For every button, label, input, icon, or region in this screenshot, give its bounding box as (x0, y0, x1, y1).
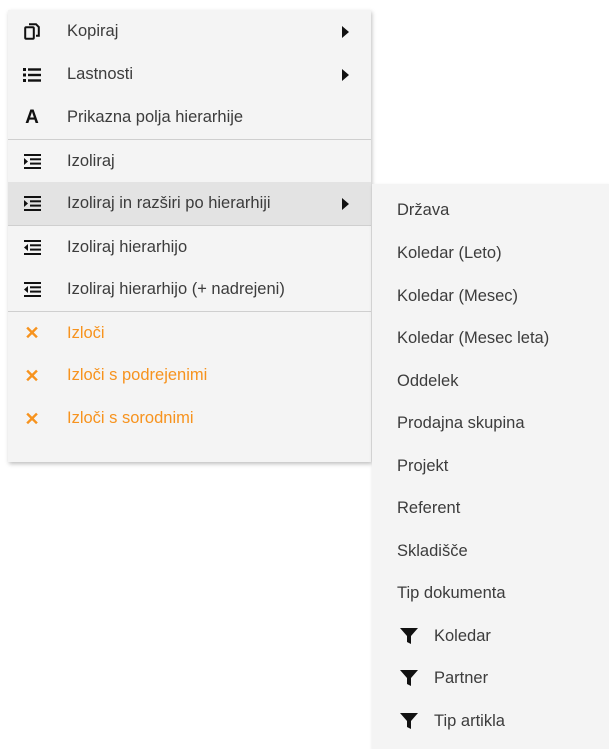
submenu-item-koledar-mesec[interactable]: Koledar (Mesec) (372, 275, 609, 317)
submenu-item-koledar-mesec-leta[interactable]: Koledar (Mesec leta) (372, 317, 609, 359)
submenu-item-label: Tip artikla (434, 711, 505, 730)
menu-item-label: Lastnosti (67, 65, 134, 83)
menu-item-label: Izloči (67, 323, 105, 342)
submenu-item-label: Koledar (434, 626, 491, 645)
submenu-item-skladisce[interactable]: Skladišče (372, 530, 609, 572)
menu-item-hierarchy-display-fields[interactable]: A Prikazna polja hierarhije (8, 96, 371, 139)
submenu-item-label: Koledar (Mesec leta) (397, 328, 550, 347)
submenu-item-label: Tip dokumenta (397, 583, 506, 602)
submenu-item-drzava[interactable]: Država (372, 189, 609, 231)
caret-right-icon (342, 197, 349, 210)
submenu-item-label: Skladišče (397, 541, 468, 560)
submenu-item-prodajna-skupina[interactable]: Prodajna skupina (372, 402, 609, 444)
submenu-item-label: Prodajna skupina (397, 413, 525, 432)
copy-icon (22, 22, 42, 42)
menu-item-copy[interactable]: Kopiraj (8, 10, 371, 53)
filter-icon (400, 669, 418, 687)
caret-right-icon (342, 68, 349, 81)
context-menu: Kopiraj Lastnosti A Prikazna polja hiera… (8, 10, 371, 462)
menu-item-label: Izoliraj in razširi po hierarhiji (67, 194, 271, 212)
submenu-item-label: Projekt (397, 456, 449, 475)
close-icon: ✕ (24, 323, 40, 343)
menu-item-isolate-hierarchy-parents[interactable]: Izoliraj hierarhijo (+ nadrejeni) (8, 268, 371, 311)
submenu-item-label: Koledar (Mesec) (397, 286, 519, 305)
submenu-item-filter-partner[interactable]: Partner (372, 657, 609, 699)
submenu-item-filter-koledar[interactable]: Koledar (372, 615, 609, 657)
menu-item-label: Kopiraj (67, 22, 119, 40)
submenu-item-label: Partner (434, 668, 489, 687)
menu-item-label: Prikazna polja hierarhije (67, 108, 244, 126)
indent-icon (22, 194, 42, 214)
menu-item-label: Izloči s sorodnimi (67, 409, 194, 427)
submenu-item-label: Država (397, 200, 450, 219)
menu-item-isolate[interactable]: Izoliraj (8, 139, 371, 182)
menu-item-label: Izoliraj hierarhijo (+ nadrejeni) (67, 280, 285, 298)
submenu-item-label: Koledar (Leto) (397, 243, 502, 262)
submenu-item-koledar-leto[interactable]: Koledar (Leto) (372, 232, 609, 274)
menu-item-exclude-siblings[interactable]: ✕ Izloči s sorodnimi (8, 397, 371, 440)
close-icon: ✕ (24, 408, 40, 429)
menu-item-exclude[interactable]: ✕ Izloči (8, 311, 371, 354)
menu-item-label: Izoliraj hierarhijo (67, 237, 188, 256)
submenu-item-label: Referent (397, 498, 461, 517)
submenu-item-filter-tip-artikla[interactable]: Tip artikla (372, 700, 609, 742)
outdent-icon (22, 237, 42, 257)
menu-item-isolate-expand[interactable]: Izoliraj in razširi po hierarhiji (8, 182, 371, 225)
submenu-item-label: Oddelek (397, 371, 459, 390)
submenu-item-tip-dokumenta[interactable]: Tip dokumenta (372, 572, 609, 614)
outdent-icon (22, 280, 42, 300)
submenu-item-projekt[interactable]: Projekt (372, 445, 609, 487)
font-icon: A (25, 106, 39, 128)
submenu-item-oddelek[interactable]: Oddelek (372, 360, 609, 402)
filter-icon (400, 627, 418, 645)
menu-item-exclude-children[interactable]: ✕ Izloči s podrejenimi (8, 354, 371, 397)
close-icon: ✕ (24, 365, 40, 386)
caret-right-icon (342, 25, 349, 38)
submenu-item-referent[interactable]: Referent (372, 487, 609, 529)
menu-item-label: Izloči s podrejenimi (67, 366, 208, 384)
menu-item-label: Izoliraj (67, 151, 115, 170)
menu-item-isolate-hierarchy[interactable]: Izoliraj hierarhijo (8, 225, 371, 268)
filter-icon (400, 712, 418, 730)
submenu: Država Koledar (Leto) Koledar (Mesec) Ko… (372, 184, 609, 749)
list-icon (22, 65, 42, 85)
indent-icon (22, 151, 42, 171)
menu-item-properties[interactable]: Lastnosti (8, 53, 371, 96)
